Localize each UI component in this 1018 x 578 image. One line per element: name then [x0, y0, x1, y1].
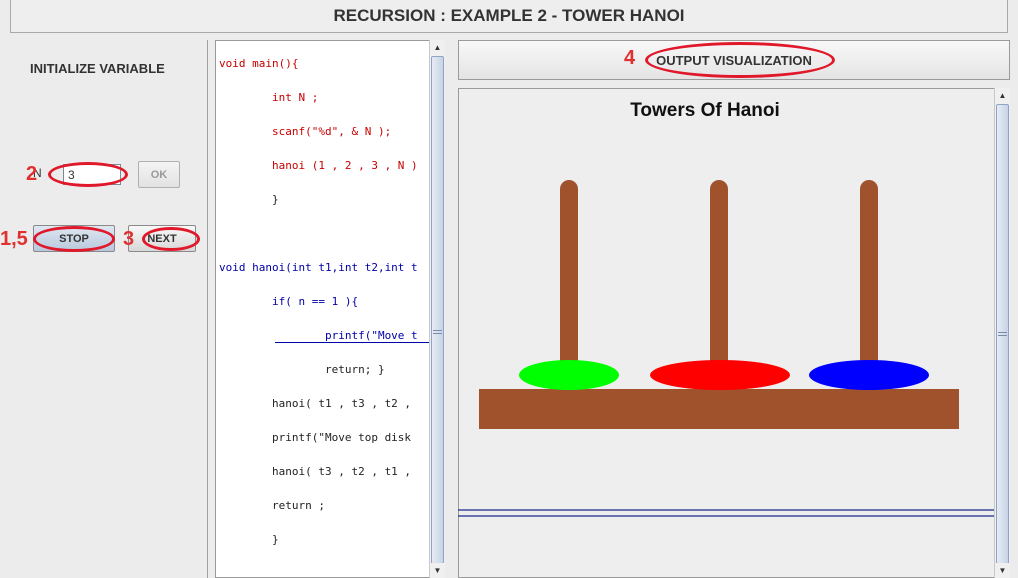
output-scrollbar[interactable]: ▲ ▼: [994, 88, 1010, 578]
code-line: hanoi( t1 , t3 , t2 ,: [219, 397, 412, 410]
annotation-ring-n-input: [48, 162, 128, 187]
window-title: RECURSION : EXAMPLE 2 - TOWER HANOI: [10, 0, 1008, 33]
peg-3: [860, 180, 878, 380]
code-scrollbar[interactable]: ▲ ▼: [429, 40, 445, 578]
code-line: return ;: [219, 499, 325, 512]
grip-icon: [433, 330, 442, 331]
tower-base: [479, 389, 959, 429]
code-line: scanf("%d", & N );: [219, 125, 392, 138]
code-line: printf("Move top disk: [219, 431, 412, 444]
hanoi-canvas: [458, 180, 994, 517]
code-line: return; }: [219, 363, 385, 376]
ok-button[interactable]: OK: [138, 161, 180, 188]
code-line: void hanoi(int t1,int t2,int t: [219, 261, 418, 274]
code-listing: void main(){ int N ; scanf("%d", & N ); …: [219, 40, 429, 578]
scroll-down-icon[interactable]: ▼: [430, 563, 445, 578]
code-line: }: [219, 533, 279, 546]
grip-icon: [433, 333, 442, 334]
peg-2: [710, 180, 728, 380]
code-line: }: [219, 193, 279, 206]
annotation-step-3: 3: [123, 228, 135, 250]
annotation-step-4: 4: [624, 47, 636, 69]
code-line: printf("Move t: [219, 329, 418, 342]
disk-blue: [809, 360, 929, 390]
disk-red: [650, 360, 790, 390]
control-panel: [10, 40, 208, 578]
code-underline: [275, 342, 429, 343]
code-line: hanoi( t3 , t2 , t1 ,: [219, 465, 412, 478]
code-line: hanoi (1 , 2 , 3 , N ): [219, 159, 418, 172]
annotation-ring-output: [645, 42, 835, 78]
annotation-step-1-5: 1,5: [0, 228, 28, 250]
initialize-variable-label: INITIALIZE VARIABLE: [30, 61, 165, 76]
grip-icon: [998, 335, 1007, 336]
annotation-step-2: 2: [26, 163, 38, 185]
code-line: if( n == 1 ){: [219, 295, 359, 308]
scroll-up-icon[interactable]: ▲: [995, 88, 1010, 103]
scroll-down-icon[interactable]: ▼: [995, 563, 1010, 578]
annotation-ring-next: [142, 227, 200, 251]
code-line: int N ;: [219, 91, 319, 104]
disk-green: [519, 360, 619, 390]
code-line: void main(){: [219, 57, 299, 70]
peg-1: [560, 180, 578, 380]
annotation-ring-stop: [33, 226, 115, 252]
scroll-thumb[interactable]: [996, 104, 1009, 564]
scroll-thumb[interactable]: [431, 56, 444, 564]
grip-icon: [998, 332, 1007, 333]
scroll-up-icon[interactable]: ▲: [430, 40, 445, 55]
